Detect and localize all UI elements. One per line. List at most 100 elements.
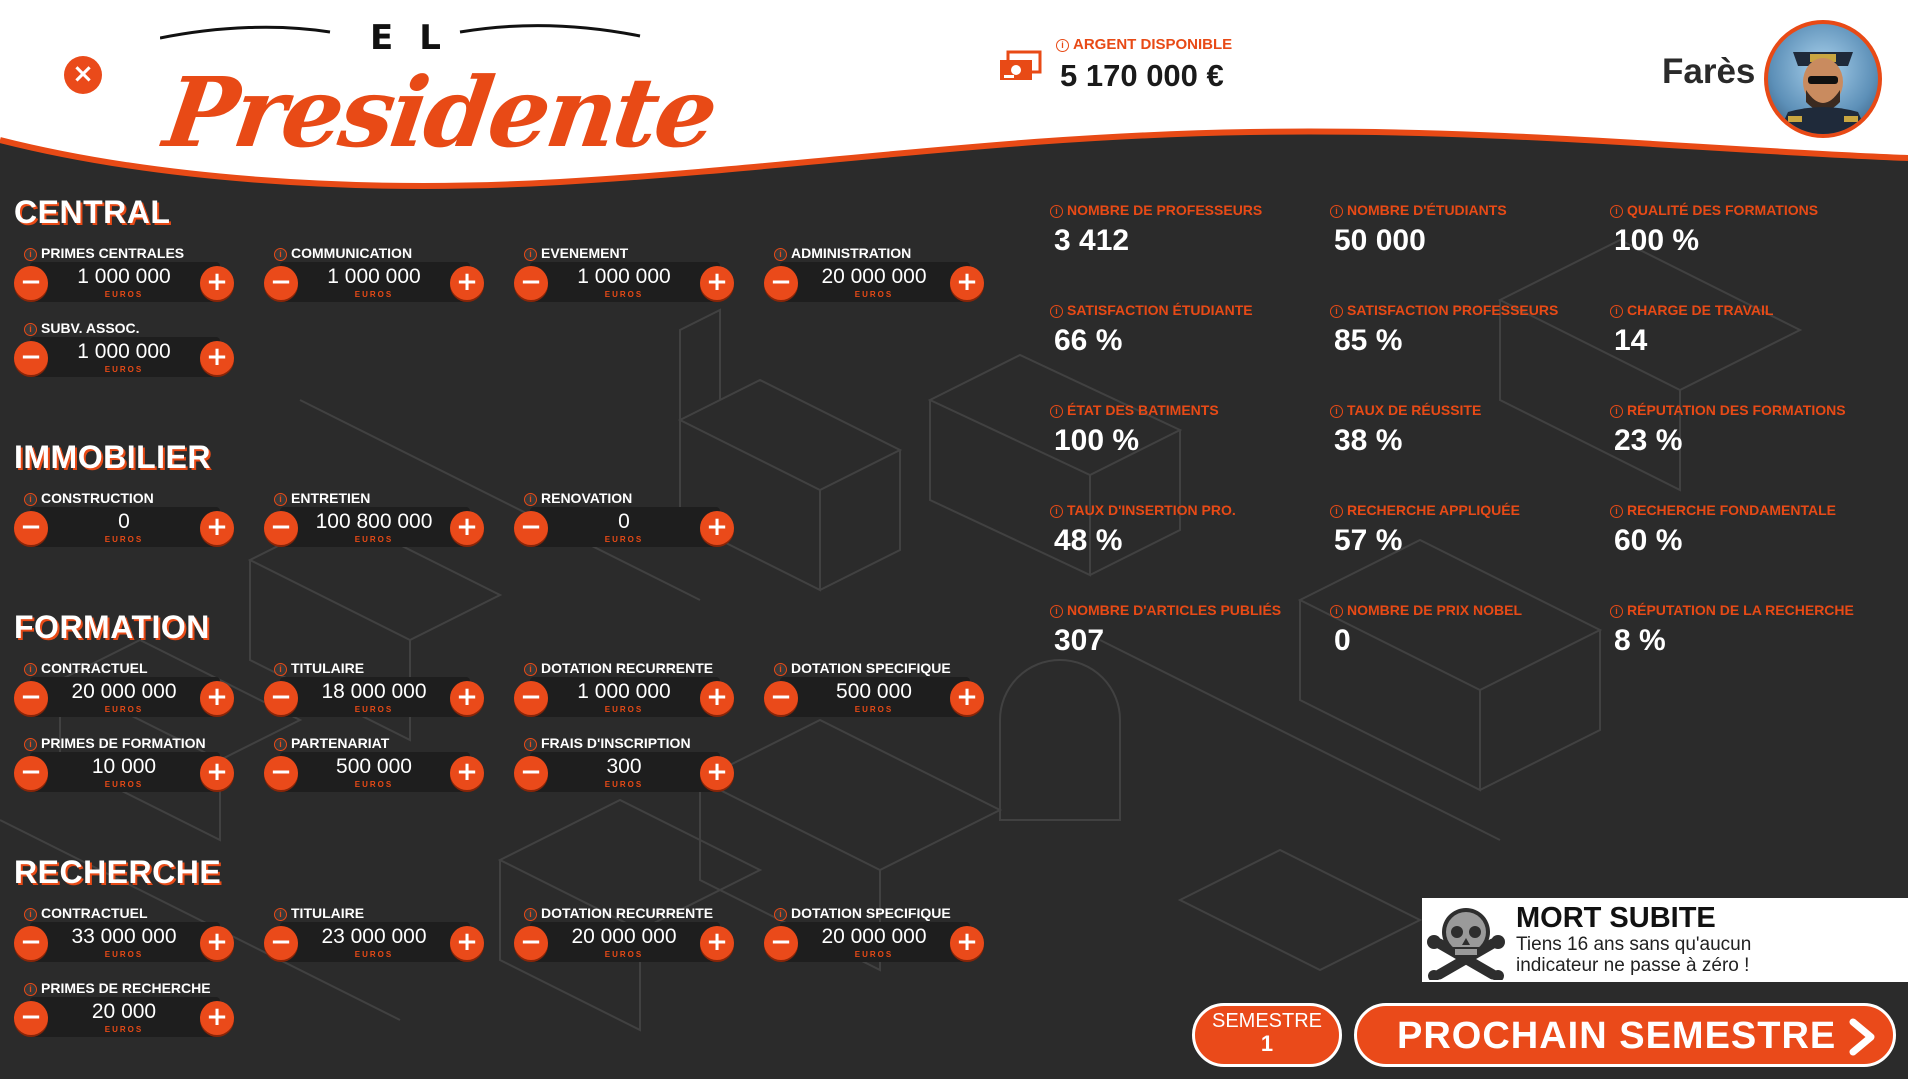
increase-button[interactable]: + [700,681,734,715]
increase-button[interactable]: + [450,756,484,790]
decrease-button[interactable]: − [14,756,48,790]
increase-button[interactable]: + [700,266,734,300]
info-icon[interactable]: i [274,738,287,751]
info-icon[interactable]: i [1330,305,1343,318]
info-icon[interactable]: i [774,248,787,261]
decrease-button[interactable]: − [514,511,548,545]
decrease-button[interactable]: − [14,1001,48,1035]
info-icon[interactable]: i [1330,405,1343,418]
avatar[interactable] [1764,20,1882,138]
info-icon[interactable]: i [1610,605,1623,618]
increase-button[interactable]: + [700,511,734,545]
info-icon[interactable]: i [1330,605,1343,618]
increase-button[interactable]: + [200,266,234,300]
unit-label: EUROS [354,705,394,714]
info-icon[interactable]: i [274,663,287,676]
increase-button[interactable]: + [700,926,734,960]
decrease-button[interactable]: − [514,266,548,300]
info-icon[interactable]: i [1610,205,1623,218]
semester-indicator[interactable]: SEMESTRE 1 [1192,1003,1342,1067]
decrease-button[interactable]: − [14,341,48,375]
increase-button[interactable]: + [950,926,984,960]
decrease-button[interactable]: − [514,681,548,715]
info-icon[interactable]: i [274,908,287,921]
increase-button[interactable]: + [450,926,484,960]
info-icon[interactable]: i [1610,505,1623,518]
increase-button[interactable]: + [200,681,234,715]
decrease-button[interactable]: − [264,926,298,960]
budget-control-primes-de-formation: i PRIMES DE FORMATION − 10 000 EUROS + [14,735,234,797]
decrease-button[interactable]: − [514,926,548,960]
info-icon[interactable]: i [1050,305,1063,318]
chevron-right-icon [1849,1018,1875,1056]
increase-button[interactable]: + [450,266,484,300]
decrease-button[interactable]: − [264,511,298,545]
increase-button[interactable]: + [450,681,484,715]
info-icon[interactable]: i [1050,405,1063,418]
stat-reputation-recherche: i RÉPUTATION DE LA RECHERCHE 8 % [1610,602,1880,658]
stat-recherche-fondamentale: i RECHERCHE FONDAMENTALE 60 % [1610,502,1880,558]
info-icon[interactable]: i [1330,505,1343,518]
stat-label: RÉPUTATION DE LA RECHERCHE [1627,602,1854,618]
decrease-button[interactable]: − [514,756,548,790]
decrease-button[interactable]: − [14,681,48,715]
info-icon[interactable]: i [524,663,537,676]
info-icon[interactable]: i [524,493,537,506]
increase-button[interactable]: + [200,1001,234,1035]
increase-button[interactable]: + [200,511,234,545]
unit-label: EUROS [104,290,144,299]
stat-satisfaction-professeurs: i SATISFACTION PROFESSEURS 85 % [1330,302,1600,358]
unit-label: EUROS [104,950,144,959]
info-icon[interactable]: i [1610,305,1623,318]
info-icon[interactable]: i [1050,605,1063,618]
info-icon[interactable]: i [1050,505,1063,518]
decrease-button[interactable]: − [764,266,798,300]
unit-label: EUROS [354,780,394,789]
increase-button[interactable]: + [950,266,984,300]
info-icon[interactable]: i [1610,405,1623,418]
info-icon[interactable]: i [1330,205,1343,218]
decrease-button[interactable]: − [14,511,48,545]
unit-label: EUROS [604,535,644,544]
decrease-button[interactable]: − [264,266,298,300]
info-icon[interactable]: i [274,248,287,261]
decrease-button[interactable]: − [764,926,798,960]
stat-value: 57 % [1334,524,1403,557]
decrease-button[interactable]: − [764,681,798,715]
info-icon[interactable]: i [274,493,287,506]
budget-control-formation-dotation-recurrente: i DOTATION RECURRENTE − 1 000 000 EUROS + [514,660,734,722]
info-icon[interactable]: i [24,493,37,506]
increase-button[interactable]: + [700,756,734,790]
budget-control-recherche-titulaire: i TITULAIRE − 23 000 000 EUROS + [264,905,484,967]
info-icon[interactable]: i [24,663,37,676]
info-icon[interactable]: i [24,738,37,751]
info-icon[interactable]: i [524,908,537,921]
decrease-button[interactable]: − [14,926,48,960]
info-icon[interactable]: i [524,738,537,751]
increase-button[interactable]: + [200,341,234,375]
info-icon[interactable]: i [1050,205,1063,218]
info-icon[interactable]: i [24,983,37,996]
close-button[interactable]: × [64,56,102,94]
stat-value: 66 % [1054,324,1123,357]
control-value: 1 000 000 [77,340,171,363]
control-value: 0 [118,510,130,533]
decrease-button[interactable]: − [14,266,48,300]
increase-button[interactable]: + [950,681,984,715]
info-icon[interactable]: i [1056,39,1069,52]
unit-label: EUROS [104,1025,144,1034]
info-icon[interactable]: i [774,908,787,921]
decrease-button[interactable]: − [264,681,298,715]
unit-label: EUROS [354,290,394,299]
increase-button[interactable]: + [200,926,234,960]
increase-button[interactable]: + [450,511,484,545]
info-icon[interactable]: i [774,663,787,676]
info-icon[interactable]: i [524,248,537,261]
info-icon[interactable]: i [24,908,37,921]
info-icon[interactable]: i [24,248,37,261]
increase-button[interactable]: + [200,756,234,790]
next-semester-button[interactable]: PROCHAIN SEMESTRE [1354,1003,1896,1067]
stat-label: SATISFACTION PROFESSEURS [1347,302,1559,318]
decrease-button[interactable]: − [264,756,298,790]
info-icon[interactable]: i [24,323,37,336]
